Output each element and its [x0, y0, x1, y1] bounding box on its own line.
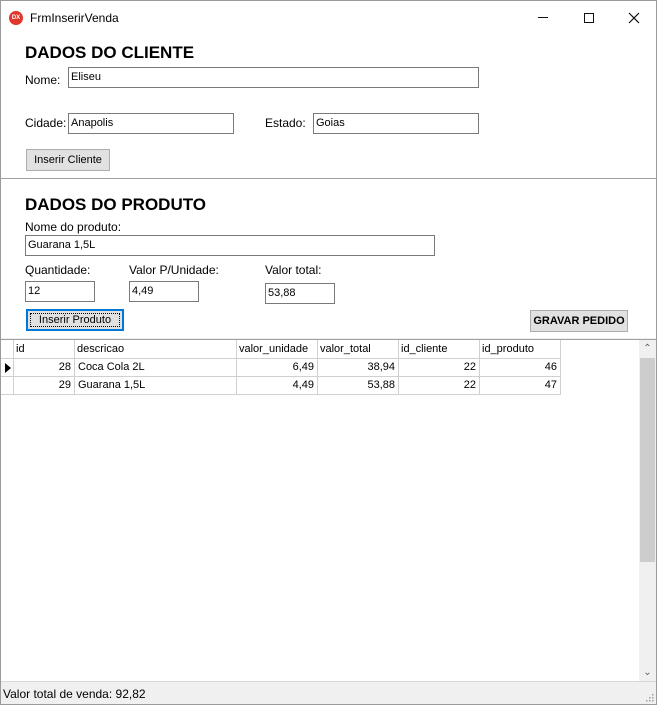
scroll-thumb[interactable] [640, 358, 655, 562]
close-icon [628, 12, 640, 23]
maximize-button[interactable] [566, 1, 612, 34]
client-panel: DADOS DO CLIENTE Nome: Eliseu Cidade: An… [1, 34, 656, 178]
row-indicator-header [1, 340, 14, 359]
main-window: DX FrmInserirVenda DADOS DO CLIENTE Nome… [0, 0, 657, 705]
app-icon: DX [9, 11, 23, 25]
nome-produto-field[interactable]: Guarana 1,5L [25, 235, 435, 256]
resize-grip-icon[interactable] [644, 692, 654, 702]
focus-rectangle [30, 313, 120, 327]
column-header-id-cliente[interactable]: id_cliente [399, 340, 480, 359]
cell-id-cliente[interactable]: 22 [399, 377, 480, 395]
column-header-descricao[interactable]: descricao [75, 340, 237, 359]
cell-valor-total[interactable]: 38,94 [318, 359, 399, 377]
product-panel: DADOS DO PRODUTO Nome do produto: Guaran… [1, 180, 656, 338]
cell-id-produto[interactable]: 47 [480, 377, 561, 395]
quantidade-label: Quantidade: [25, 263, 91, 277]
table-row[interactable]: 28 Coca Cola 2L 6,49 38,94 22 46 [1, 359, 561, 377]
sales-grid[interactable]: id descricao valor_unidade valor_total i… [1, 339, 656, 681]
status-bar: Valor total de venda: 92,82 [1, 681, 656, 704]
cell-id-cliente[interactable]: 22 [399, 359, 480, 377]
valor-unidade-label: Valor P/Unidade: [129, 263, 219, 277]
column-header-valor-total[interactable]: valor_total [318, 340, 399, 359]
minimize-icon [538, 17, 548, 18]
column-header-valor-unidade[interactable]: valor_unidade [237, 340, 318, 359]
title-bar[interactable]: DX FrmInserirVenda [1, 1, 656, 34]
cell-id[interactable]: 28 [14, 359, 75, 377]
column-header-id-produto[interactable]: id_produto [480, 340, 561, 359]
column-header-id[interactable]: id [14, 340, 75, 359]
current-row-pointer-icon [5, 363, 11, 373]
cidade-label: Cidade: [25, 116, 67, 130]
cell-descricao[interactable]: Coca Cola 2L [75, 359, 237, 377]
table-row[interactable]: 29 Guarana 1,5L 4,49 53,88 22 47 [1, 377, 561, 395]
window-title: FrmInserirVenda [30, 11, 119, 25]
cell-descricao[interactable]: Guarana 1,5L [75, 377, 237, 395]
estado-label: Estado: [265, 116, 306, 130]
cell-valor-total[interactable]: 53,88 [318, 377, 399, 395]
estado-field[interactable]: Goias [313, 113, 479, 134]
close-button[interactable] [611, 1, 657, 34]
valor-total-venda-text: Valor total de venda: 92,82 [3, 687, 146, 701]
inserir-cliente-button[interactable]: Inserir Cliente [26, 149, 110, 171]
valor-total-field[interactable]: 53,88 [265, 283, 335, 304]
nome-cliente-field[interactable]: Eliseu [68, 67, 479, 88]
cell-valor-unidade[interactable]: 4,49 [237, 377, 318, 395]
minimize-button[interactable] [520, 1, 566, 34]
cell-valor-unidade[interactable]: 6,49 [237, 359, 318, 377]
cidade-field[interactable]: Anapolis [68, 113, 234, 134]
scroll-up-icon[interactable]: ⌃ [639, 340, 656, 357]
inserir-produto-button[interactable]: Inserir Produto [26, 309, 124, 331]
gravar-pedido-button[interactable]: GRAVAR PEDIDO [530, 310, 628, 332]
nome-label: Nome: [25, 73, 61, 87]
vertical-scrollbar[interactable]: ⌃ ⌄ [639, 340, 656, 681]
cell-id[interactable]: 29 [14, 377, 75, 395]
row-indicator [1, 377, 14, 395]
valor-total-label: Valor total: [265, 263, 322, 277]
quantidade-field[interactable]: 12 [25, 281, 95, 302]
valor-unidade-field[interactable]: 4,49 [129, 281, 199, 302]
grid-header: id descricao valor_unidade valor_total i… [1, 340, 561, 359]
nome-produto-label: Nome do produto: [25, 220, 122, 234]
client-section-title: DADOS DO CLIENTE [25, 43, 195, 62]
product-section-title: DADOS DO PRODUTO [25, 195, 207, 214]
scroll-down-icon[interactable]: ⌄ [639, 664, 656, 681]
row-indicator [1, 359, 14, 377]
cell-id-produto[interactable]: 46 [480, 359, 561, 377]
maximize-icon [584, 12, 594, 23]
